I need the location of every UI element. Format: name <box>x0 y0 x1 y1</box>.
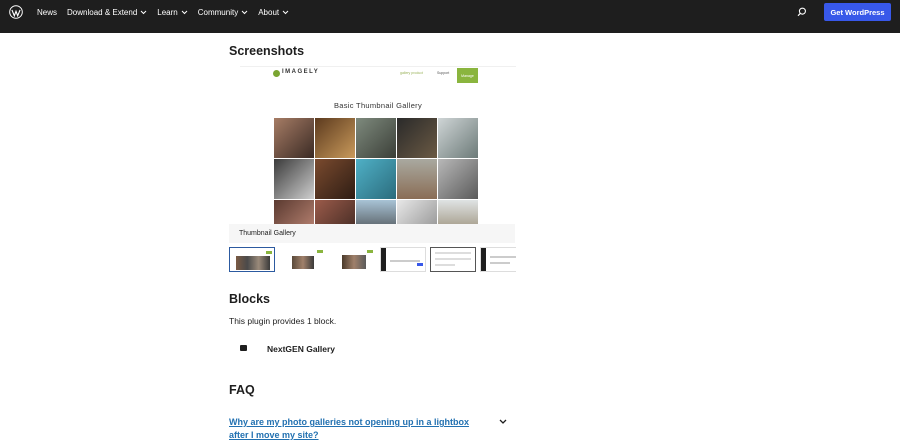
blocks-description: This plugin provides 1 block. <box>229 316 337 326</box>
search-icon[interactable] <box>797 7 807 17</box>
preview-button: Manage <box>457 68 478 83</box>
blocks-heading: Blocks <box>229 292 270 306</box>
chevron-down-icon <box>282 10 289 15</box>
preview-brand: IMAGELY <box>282 69 320 75</box>
photo-thumbnail <box>397 159 437 199</box>
camera-block-icon <box>240 345 247 351</box>
nav-learn[interactable]: Learn <box>157 8 188 17</box>
photo-thumbnail <box>274 118 314 158</box>
chevron-down-icon[interactable] <box>498 418 508 426</box>
photo-thumbnail <box>315 118 355 158</box>
preview-nav-link: Support <box>437 71 450 75</box>
preview-nav-link: gallery product <box>400 71 423 75</box>
chevron-down-icon <box>140 10 147 15</box>
faq-question[interactable]: Why are my photo galleries not opening u… <box>229 416 491 442</box>
photo-thumbnail <box>274 200 314 225</box>
preview-gallery-title: Basic Thumbnail Gallery <box>333 101 423 110</box>
photo-thumbnail <box>274 159 314 199</box>
photo-grid <box>274 118 478 225</box>
global-header: News Download & Extend Learn Community A… <box>0 0 900 33</box>
main-nav: News Download & Extend Learn Community A… <box>37 0 299 25</box>
screenshot-thumbnails <box>229 247 516 274</box>
screenshot-thumb-5[interactable] <box>430 247 476 272</box>
photo-thumbnail <box>438 118 478 158</box>
chevron-down-icon <box>181 10 188 15</box>
screenshot-thumb-2[interactable] <box>280 247 326 272</box>
photo-thumbnail <box>397 118 437 158</box>
preview-header: IMAGELY gallery product Support Manage <box>240 67 516 85</box>
nav-download-extend[interactable]: Download & Extend <box>67 8 147 17</box>
photo-thumbnail <box>438 200 478 225</box>
screenshot-caption: Thumbnail Gallery <box>229 224 515 243</box>
screenshot-thumb-1[interactable] <box>229 247 275 272</box>
screenshot-thumb-3[interactable] <box>330 247 376 272</box>
block-item: NextGEN Gallery <box>240 344 335 354</box>
screenshot-thumb-6[interactable] <box>480 247 516 272</box>
imagely-logo-icon <box>273 70 280 77</box>
wordpress-logo-icon[interactable] <box>9 5 23 19</box>
photo-thumbnail <box>315 200 355 225</box>
photo-thumbnail <box>397 200 437 225</box>
faq-heading: FAQ <box>229 383 255 397</box>
photo-thumbnail <box>438 159 478 199</box>
nav-community[interactable]: Community <box>198 8 248 17</box>
photo-thumbnail <box>315 159 355 199</box>
get-wordpress-button[interactable]: Get WordPress <box>824 3 891 21</box>
block-name: NextGEN Gallery <box>267 344 336 354</box>
photo-thumbnail <box>356 159 396 199</box>
photo-thumbnail <box>356 118 396 158</box>
nav-news[interactable]: News <box>37 8 57 17</box>
chevron-down-icon <box>241 10 248 15</box>
nav-about[interactable]: About <box>258 8 289 17</box>
screenshot-thumb-4[interactable] <box>380 247 426 272</box>
photo-thumbnail <box>356 200 396 225</box>
screenshots-heading: Screenshots <box>229 44 305 58</box>
screenshot-preview[interactable]: IMAGELY gallery product Support Manage B… <box>240 66 516 225</box>
